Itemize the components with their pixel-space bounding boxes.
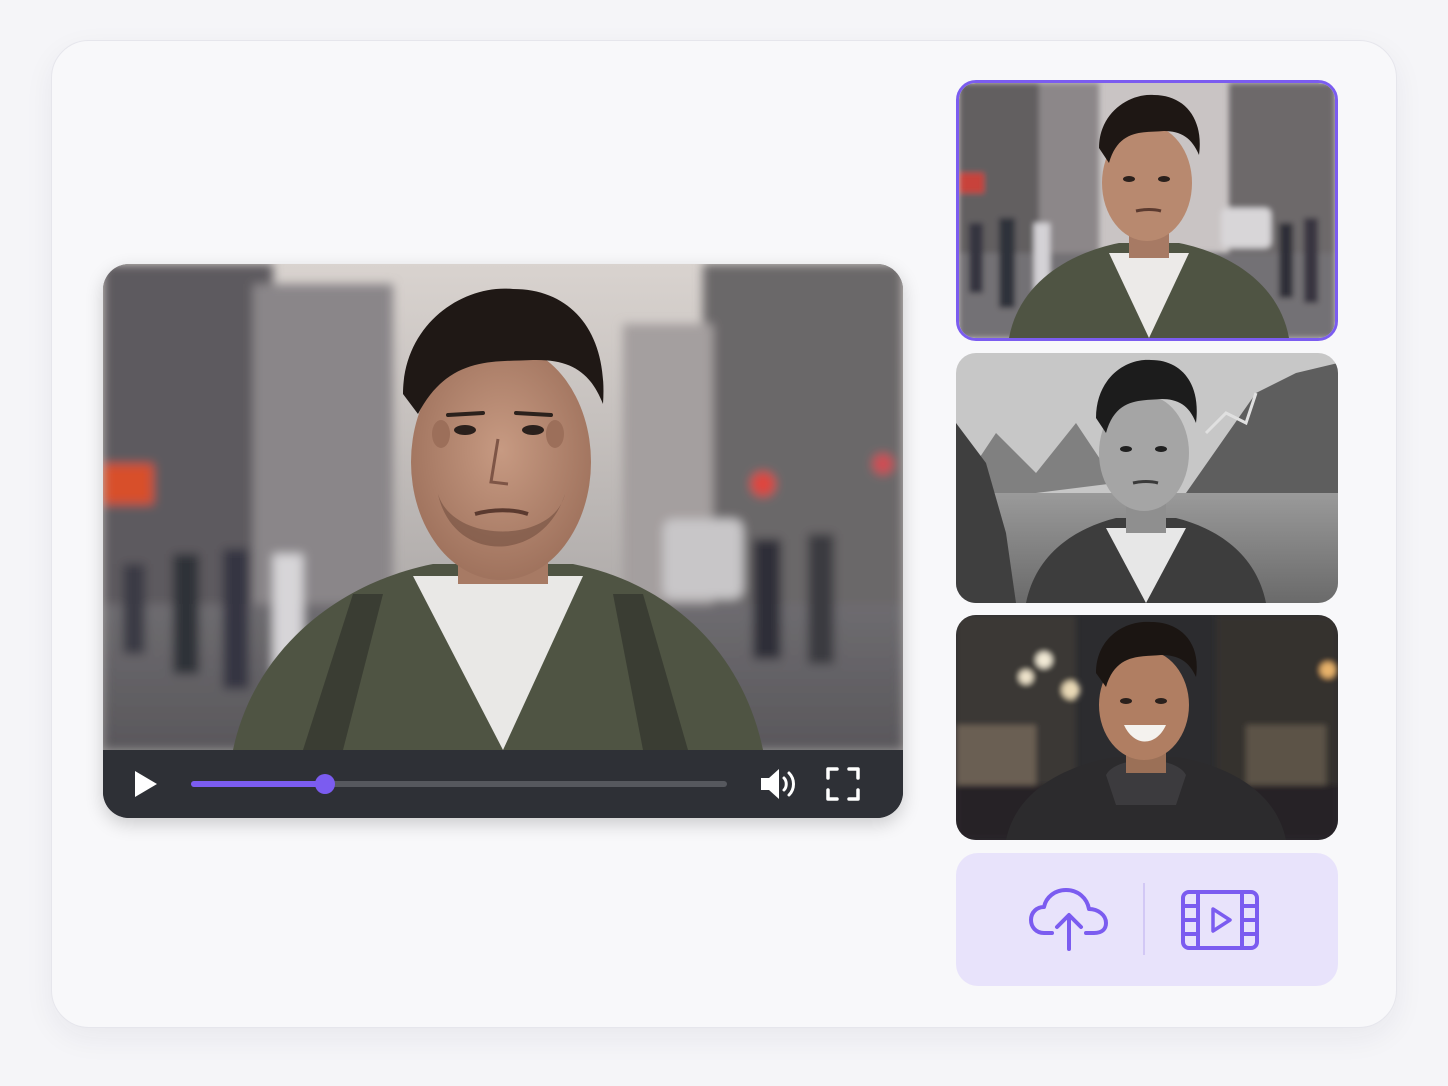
play-button[interactable]: [129, 768, 161, 800]
fullscreen-icon: [826, 767, 860, 801]
video-player: [103, 264, 903, 818]
play-icon: [135, 771, 157, 797]
media-actions-panel: [956, 853, 1338, 986]
thumbnail-variant-2[interactable]: [956, 353, 1338, 603]
thumbnail-image: [959, 83, 1335, 338]
video-frame[interactable]: [103, 264, 903, 750]
seek-handle[interactable]: [315, 774, 335, 794]
thumbnail-image: [956, 615, 1338, 840]
add-video-button[interactable]: [1180, 889, 1260, 951]
thumbnail-variant-1[interactable]: [956, 80, 1338, 341]
actions-divider: [1143, 883, 1145, 955]
volume-button[interactable]: [759, 766, 799, 802]
seek-progress: [191, 781, 325, 787]
player-controls: [103, 750, 903, 818]
thumbnail-image: [956, 353, 1338, 603]
volume-icon: [761, 769, 795, 799]
cloud-upload-icon: [1029, 888, 1108, 951]
upload-button[interactable]: [1028, 887, 1110, 953]
thumbnail-variant-3[interactable]: [956, 615, 1338, 840]
fullscreen-button[interactable]: [825, 766, 861, 802]
video-film-icon: [1181, 890, 1259, 950]
seek-bar[interactable]: [191, 774, 727, 794]
